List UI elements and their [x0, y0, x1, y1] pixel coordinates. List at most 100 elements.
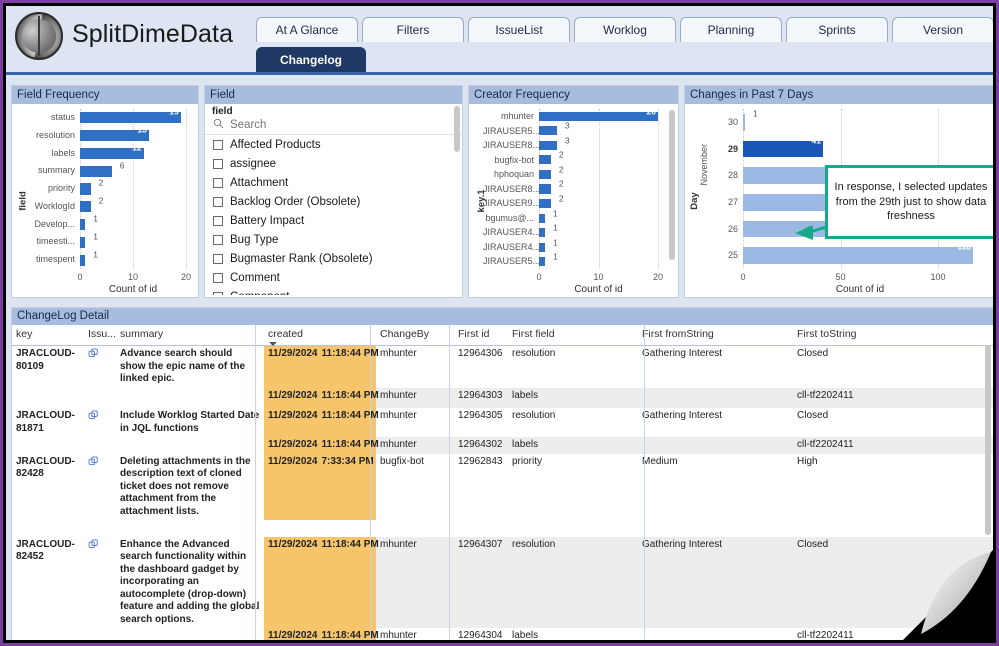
- field-slicer-item[interactable]: assignee: [205, 154, 462, 173]
- chart-bar[interactable]: [539, 155, 551, 164]
- checkbox-icon[interactable]: [213, 197, 223, 207]
- field-slicer-item-label: Bugmaster Rank (Obsolete): [230, 253, 373, 265]
- table-row[interactable]: JRACLOUD-82452Enhance the Advanced searc…: [12, 537, 993, 629]
- table-header-label: First fromString: [642, 328, 714, 340]
- chart-bar[interactable]: [743, 247, 973, 264]
- table-row[interactable]: JRACLOUD-80109Advance search should show…: [12, 346, 993, 388]
- table-header-issuetype[interactable]: Issu...: [84, 325, 116, 346]
- cell-created-date: 11/29/2024: [268, 390, 318, 401]
- table-row[interactable]: JRACLOUD-81871Include Worklog Started Da…: [12, 408, 993, 437]
- cell-first-tostring: cll-tf2202411: [793, 437, 993, 454]
- chart-bar[interactable]: [539, 141, 557, 150]
- chart-bar-value: 1: [553, 238, 558, 247]
- table-column-separator: [449, 325, 450, 640]
- chart-bar[interactable]: [539, 214, 545, 223]
- table-header-firstfield[interactable]: First field: [508, 325, 638, 346]
- table-header-changeby[interactable]: ChangeBy: [376, 325, 454, 346]
- checkbox-icon[interactable]: [213, 273, 223, 283]
- field-slicer-item[interactable]: Component: [205, 287, 462, 295]
- field-slicer-item[interactable]: Comment: [205, 268, 462, 287]
- tab-changelog[interactable]: Changelog: [256, 47, 366, 72]
- chart-category-label: labels: [26, 145, 80, 163]
- chart-bar[interactable]: [80, 237, 85, 248]
- chart-bar[interactable]: [539, 228, 545, 237]
- table-header-key[interactable]: key: [12, 325, 84, 346]
- checkbox-icon[interactable]: [213, 178, 223, 188]
- field-slicer-item[interactable]: Battery Impact: [205, 211, 462, 230]
- chart-bar[interactable]: [80, 219, 85, 230]
- chart-category-label: JIRAUSER5...: [483, 254, 539, 269]
- tab-issuelist[interactable]: IssueList: [468, 17, 570, 42]
- field-slicer-item[interactable]: Affected Products: [205, 135, 462, 154]
- field-frequency-chart[interactable]: fieldstatus19resolution13labels12summary…: [12, 104, 198, 297]
- cell-created: 11/29/202411:18:44 PM: [264, 388, 376, 405]
- field-slicer-item-label: Affected Products: [230, 139, 321, 151]
- chart-bar[interactable]: [539, 126, 557, 135]
- table-row[interactable]: 11/29/202411:18:44 PMmhunter12964302labe…: [12, 437, 993, 454]
- chart-bar-value: 1: [93, 249, 98, 260]
- table-header-firstfrom[interactable]: First fromString: [638, 325, 793, 346]
- field-slicer-item[interactable]: Backlog Order (Obsolete): [205, 192, 462, 211]
- chart-category-label: timeesti...: [26, 233, 80, 251]
- chart-bar[interactable]: [539, 243, 545, 252]
- primary-tab-bar: At A GlanceFiltersIssueListWorklogPlanni…: [256, 17, 993, 42]
- tab-version[interactable]: Version: [892, 17, 993, 42]
- checkbox-icon[interactable]: [213, 235, 223, 245]
- checkbox-icon[interactable]: [213, 254, 223, 264]
- checkbox-icon[interactable]: [213, 140, 223, 150]
- changelog-table-wrap[interactable]: keyIssu...summarycreatedChangeByFirst id…: [12, 325, 993, 640]
- cell-first-tostring: Closed: [793, 346, 993, 388]
- creator-frequency-title: Creator Frequency: [469, 86, 678, 104]
- header-divider: [6, 72, 993, 75]
- field-slicer-card: Field field Affected ProductsassigneeAtt…: [204, 85, 463, 298]
- clone-issue-icon: [88, 459, 99, 470]
- changes-past-7-days-title: Changes in Past 7 Days: [685, 86, 993, 104]
- table-header-label: First toString: [797, 328, 857, 340]
- cell-spacer: [84, 520, 116, 537]
- field-slicer-list[interactable]: Affected Products assigneeAttachmentBackl…: [205, 135, 462, 295]
- chart-category-label: resolution: [26, 127, 80, 145]
- chart-bar[interactable]: [80, 166, 112, 177]
- chart-bar[interactable]: [539, 170, 551, 179]
- checkbox-icon[interactable]: [213, 216, 223, 226]
- table-header-summary[interactable]: summary: [116, 325, 264, 346]
- field-slicer-item[interactable]: Attachment: [205, 173, 462, 192]
- field-search-input[interactable]: [228, 118, 418, 132]
- tab-sprints[interactable]: Sprints: [786, 17, 888, 42]
- field-slicer-scrollbar[interactable]: [454, 106, 460, 152]
- cell-summary: [116, 628, 264, 640]
- chart-bar[interactable]: [743, 114, 745, 131]
- chart-bar[interactable]: [539, 257, 545, 266]
- chart-category-label: 26: [715, 216, 743, 243]
- field-slicer-item[interactable]: Bugmaster Rank (Obsolete): [205, 249, 462, 268]
- tab-worklog[interactable]: Worklog: [574, 17, 676, 42]
- table-row[interactable]: JRACLOUD-82428Deleting attachments in th…: [12, 454, 993, 521]
- tab-planning[interactable]: Planning: [680, 17, 782, 42]
- creator-chart-scrollbar[interactable]: [669, 110, 675, 260]
- chart-bar[interactable]: [80, 255, 85, 266]
- table-row[interactable]: 11/29/202411:18:44 PMmhunter12964304labe…: [12, 628, 993, 640]
- chart-bar[interactable]: [539, 184, 551, 193]
- cell-first-field: resolution: [508, 346, 638, 388]
- tab-at-a-glance[interactable]: At A Glance: [256, 17, 358, 42]
- checkbox-icon[interactable]: [213, 159, 223, 169]
- creator-frequency-chart[interactable]: key.1mhunter20JIRAUSER5...3JIRAUSER8...3…: [469, 104, 678, 297]
- table-header-firstto[interactable]: First toString: [793, 325, 993, 346]
- table-header-firstid[interactable]: First id: [454, 325, 508, 346]
- tab-filters[interactable]: Filters: [362, 17, 464, 42]
- chart-bar[interactable]: [539, 199, 551, 208]
- chart-category-label: mhunter: [483, 109, 539, 124]
- chart-bar[interactable]: [80, 183, 91, 194]
- dashboard-page: SplitDimeData At A GlanceFiltersIssueLis…: [6, 6, 993, 640]
- table-vertical-scrollbar[interactable]: [985, 345, 991, 535]
- checkbox-icon[interactable]: [213, 292, 223, 296]
- chart-category-label: priority: [26, 180, 80, 198]
- cell-created-date: 11/29/2024: [268, 539, 318, 550]
- cell-created: 11/29/20247:33:34 PM: [264, 454, 376, 521]
- chart-bar[interactable]: [80, 201, 91, 212]
- table-header-created[interactable]: created: [264, 325, 376, 346]
- chart-x-tick: 50: [835, 272, 845, 282]
- field-slicer-item[interactable]: Bug Type: [205, 230, 462, 249]
- table-row[interactable]: 11/29/202411:18:44 PMmhunter12964303labe…: [12, 388, 993, 405]
- field-search-row[interactable]: [205, 117, 462, 135]
